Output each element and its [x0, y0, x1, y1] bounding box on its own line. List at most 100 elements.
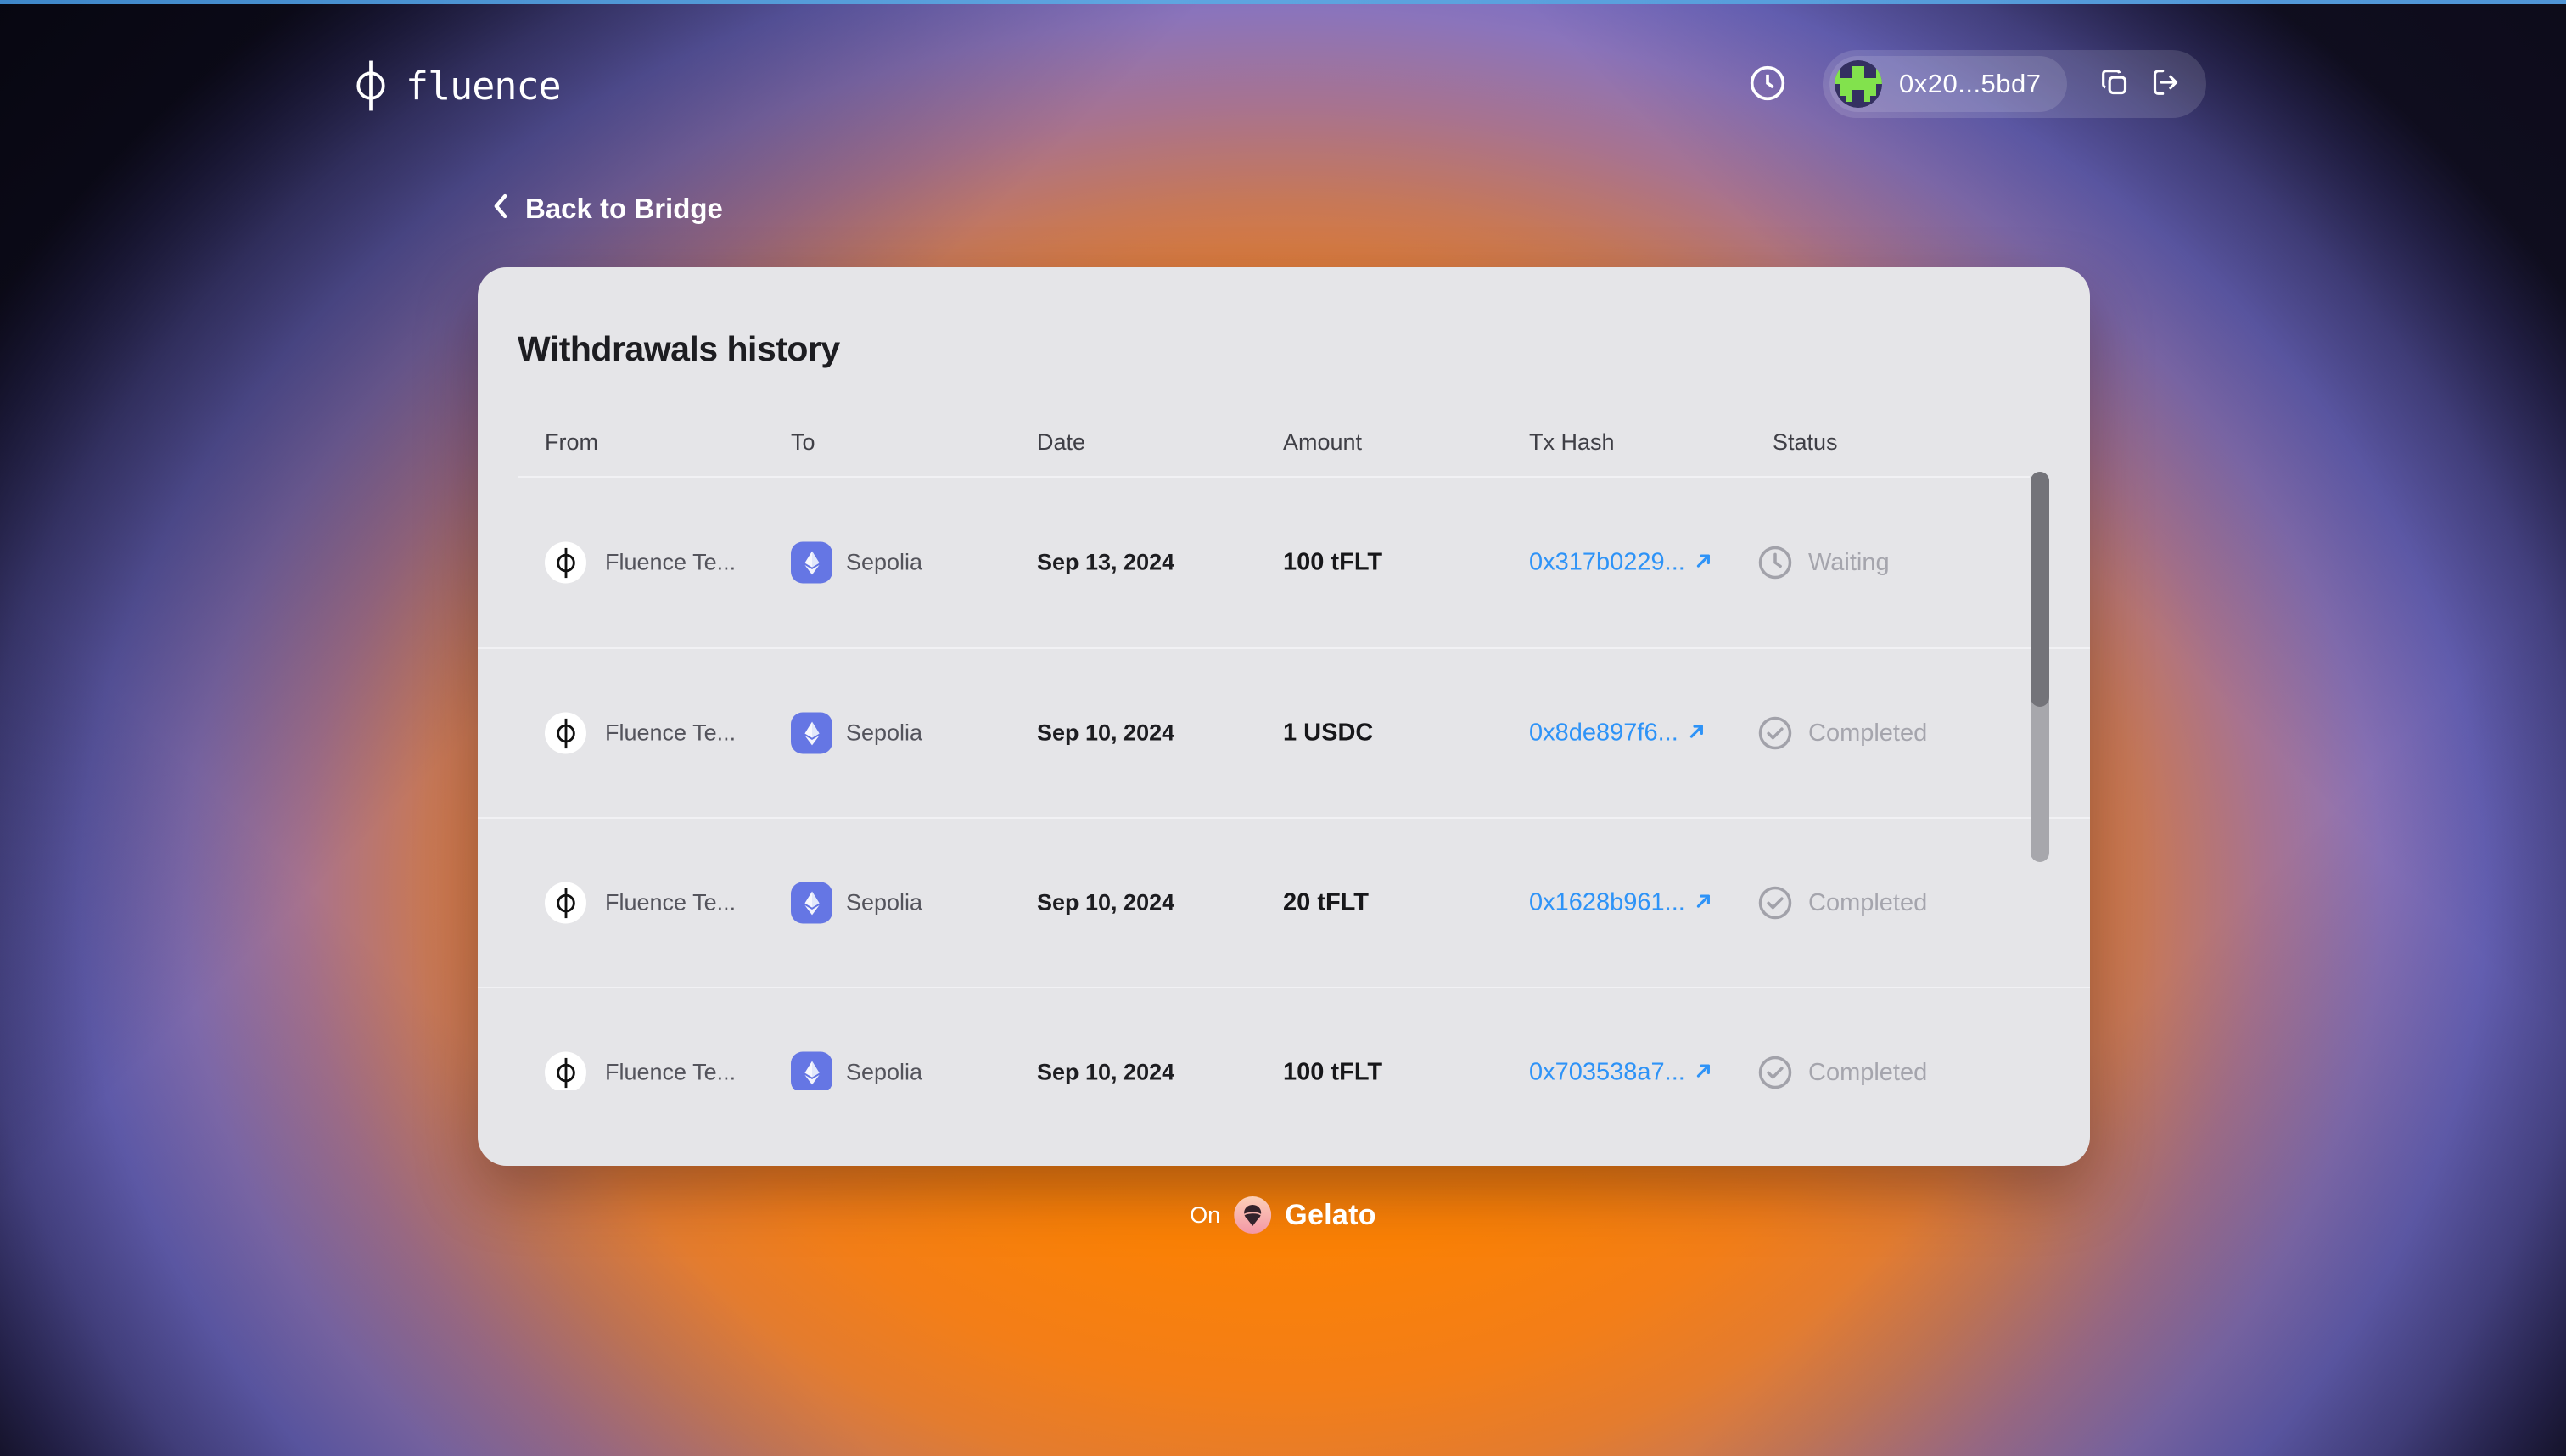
to-network-label: Sepolia: [846, 1059, 923, 1085]
status-cell: Waiting: [1757, 545, 1890, 580]
status-cell: Completed: [1757, 885, 1927, 921]
ethereum-sepolia-icon: [791, 712, 832, 754]
from-network-label: Fluence Te...: [605, 1059, 737, 1085]
footer-brand-label: Gelato: [1285, 1198, 1376, 1231]
copy-icon: [2098, 65, 2132, 104]
to-cell: Sepolia: [791, 882, 922, 924]
wallet-avatar: [1835, 60, 1882, 108]
date-cell: Sep 10, 2024: [1037, 890, 1174, 916]
waiting-clock-icon: [1757, 545, 1793, 580]
external-link-icon: [1694, 1061, 1714, 1085]
status-cell: Completed: [1757, 1055, 1927, 1090]
date-value: Sep 10, 2024: [1037, 720, 1175, 746]
brand-name: fluence: [406, 63, 562, 109]
fluence-network-icon: [545, 541, 586, 584]
chevron-left-icon: [488, 192, 513, 225]
status-label: Completed: [1808, 888, 1928, 916]
amount-cell: 100 tFLT: [1283, 549, 1382, 577]
tx-hash-link[interactable]: 0x8de897f6...: [1529, 720, 1707, 748]
withdrawals-history-card: Withdrawals history From To Date Amount …: [478, 267, 2090, 1166]
external-link-icon: [1694, 891, 1714, 916]
amount-cell: 1 USDC: [1283, 720, 1373, 748]
amount-value: 20 tFLT: [1283, 888, 1369, 916]
table-body: Fluence Te... Sepolia Sep 13, 2024 100 t…: [478, 478, 2090, 1090]
powered-by-footer[interactable]: On Gelato: [1190, 1196, 1376, 1234]
status-cell: Completed: [1757, 715, 1927, 751]
to-network-label: Sepolia: [846, 889, 923, 916]
table-row: Fluence Te... Sepolia Sep 13, 2024 100 t…: [478, 478, 2090, 647]
wallet-address: 0x20...5bd7: [1899, 69, 2042, 98]
card-title: Withdrawals history: [518, 329, 840, 368]
fluence-network-icon: [545, 882, 586, 924]
tx-hash-link[interactable]: 0x317b0229...: [1529, 549, 1714, 577]
table-row: Fluence Te... Sepolia Sep 10, 2024 20 tF…: [478, 817, 2090, 987]
brand-logo: fluence: [355, 59, 562, 112]
tx-hash-link[interactable]: 0x703538a7...: [1529, 1059, 1714, 1087]
tx-hash-value: 0x8de897f6...: [1529, 719, 1678, 747]
tx-hash-value: 0x703538a7...: [1529, 1058, 1685, 1086]
to-network-label: Sepolia: [846, 720, 923, 746]
to-network-label: Sepolia: [846, 549, 923, 575]
scrollbar-thumb[interactable]: [2031, 472, 2049, 707]
scrollbar-track[interactable]: [2031, 472, 2049, 862]
tx-hash-link[interactable]: 0x1628b961...: [1529, 889, 1714, 917]
table-row: Fluence Te... Sepolia Sep 10, 2024 1 USD…: [478, 647, 2090, 817]
fluence-phi-icon: [355, 59, 387, 112]
logout-button[interactable]: [2147, 64, 2184, 104]
from-network-label: Fluence Te...: [605, 720, 737, 746]
amount-value: 1 USDC: [1283, 719, 1374, 747]
from-network-label: Fluence Te...: [605, 549, 737, 575]
from-cell: Fluence Te...: [545, 541, 737, 584]
date-value: Sep 13, 2024: [1037, 549, 1175, 575]
wallet-account-button[interactable]: 0x20...5bd7: [1829, 56, 2067, 112]
amount-cell: 100 tFLT: [1283, 1059, 1382, 1087]
column-header-to: To: [791, 428, 815, 455]
history-button[interactable]: [1747, 63, 1788, 104]
from-cell: Fluence Te...: [545, 882, 736, 924]
from-cell: Fluence Te...: [545, 712, 737, 754]
date-cell: Sep 10, 2024: [1037, 720, 1174, 747]
date-value: Sep 10, 2024: [1037, 889, 1175, 916]
to-cell: Sepolia: [791, 1051, 923, 1090]
from-network-label: Fluence Te...: [605, 889, 737, 916]
to-cell: Sepolia: [791, 712, 923, 754]
back-to-bridge-link[interactable]: Back to Bridge: [488, 192, 723, 225]
column-header-status: Status: [1773, 428, 1838, 455]
external-link-icon: [1687, 721, 1707, 746]
column-header-amount: Amount: [1283, 428, 1363, 455]
amount-cell: 20 tFLT: [1283, 889, 1369, 917]
fluence-network-icon: [545, 1051, 586, 1090]
amount-value: 100 tFLT: [1283, 548, 1383, 576]
back-label: Back to Bridge: [525, 192, 723, 224]
logout-icon: [2149, 65, 2182, 104]
gelato-icon: [1234, 1196, 1272, 1234]
tx-hash-value: 0x317b0229...: [1529, 548, 1685, 576]
status-label: Waiting: [1808, 548, 1890, 576]
column-header-date: Date: [1037, 428, 1086, 455]
top-accent-line: [0, 0, 2566, 4]
wallet-widget: 0x20...5bd7: [1823, 50, 2206, 118]
table-row: Fluence Te... Sepolia Sep 10, 2024 100 t…: [478, 987, 2090, 1090]
column-header-tx-hash: Tx Hash: [1529, 428, 1615, 455]
to-cell: Sepolia: [791, 541, 923, 584]
from-cell: Fluence Te...: [545, 1051, 737, 1090]
tx-hash-value: 0x1628b961...: [1529, 888, 1685, 916]
ethereum-sepolia-icon: [791, 882, 832, 924]
completed-check-icon: [1757, 885, 1793, 921]
completed-check-icon: [1757, 715, 1793, 751]
date-cell: Sep 13, 2024: [1037, 550, 1174, 576]
amount-value: 100 tFLT: [1283, 1058, 1383, 1086]
copy-address-button[interactable]: [2096, 64, 2133, 104]
completed-check-icon: [1757, 1055, 1793, 1090]
ethereum-sepolia-icon: [791, 541, 832, 584]
app-background: fluence 0x20...5bd7 Back to Bridge Withd…: [0, 0, 2566, 1456]
footer-on-label: On: [1190, 1201, 1221, 1228]
date-cell: Sep 10, 2024: [1037, 1060, 1174, 1086]
external-link-icon: [1694, 551, 1714, 575]
status-label: Completed: [1808, 1058, 1928, 1086]
ethereum-sepolia-icon: [791, 1051, 832, 1090]
date-value: Sep 10, 2024: [1037, 1059, 1175, 1085]
fluence-network-icon: [545, 712, 586, 754]
column-header-from: From: [545, 428, 598, 455]
table-header: From To Date Amount Tx Hash Status: [478, 425, 2090, 459]
